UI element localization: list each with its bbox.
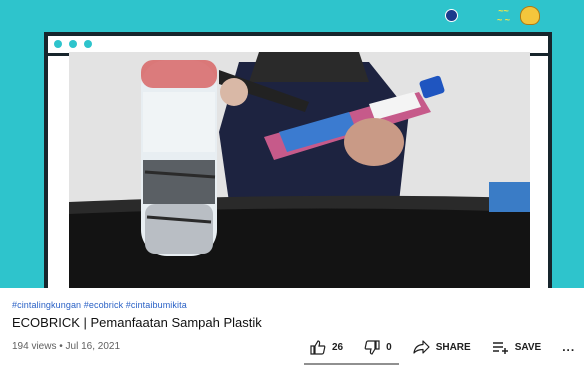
video-frame[interactable] [69, 52, 530, 288]
video-title: ECOBRICK | Pemanfaatan Sampah Plastik [12, 315, 262, 330]
dislike-count: 0 [386, 341, 392, 353]
save-button[interactable]: SAVE [492, 341, 542, 354]
window-dot [54, 40, 62, 48]
like-count: 26 [332, 341, 344, 353]
video-player[interactable]: ~~ ~ ~ [0, 0, 584, 288]
video-still [69, 52, 530, 288]
headscarf [249, 52, 369, 82]
sponsor-logos: ~~ ~ ~ [444, 5, 540, 25]
more-button[interactable]: ... [562, 340, 575, 354]
share-arrow-icon [413, 340, 430, 354]
kkn-logo: ~~ ~ ~ [496, 5, 510, 25]
share-button[interactable]: SHARE [413, 340, 471, 354]
action-bar: 26 0 SHARE SAVE ... [310, 338, 575, 356]
crest-logo [520, 6, 540, 25]
table-cloth [69, 202, 530, 288]
dislike-button[interactable]: 0 [364, 339, 392, 355]
save-label: SAVE [514, 341, 542, 353]
like-ratio-bar [304, 363, 399, 365]
hand-right [344, 118, 404, 166]
like-button[interactable]: 26 [310, 339, 344, 355]
window-dot [69, 40, 77, 48]
window-dot [84, 40, 92, 48]
thumbs-down-icon [364, 339, 380, 355]
university-logo [444, 9, 487, 22]
playlist-add-icon [492, 341, 508, 354]
ecobrick-bottle-standing [141, 60, 217, 256]
hashtags[interactable]: #cintalingkungan #ecobrick #cintaibumiki… [12, 300, 584, 310]
hand-left [220, 78, 248, 106]
share-label: SHARE [435, 341, 471, 353]
more-horizontal-icon: ... [562, 340, 576, 354]
thumbs-up-icon [310, 339, 326, 355]
